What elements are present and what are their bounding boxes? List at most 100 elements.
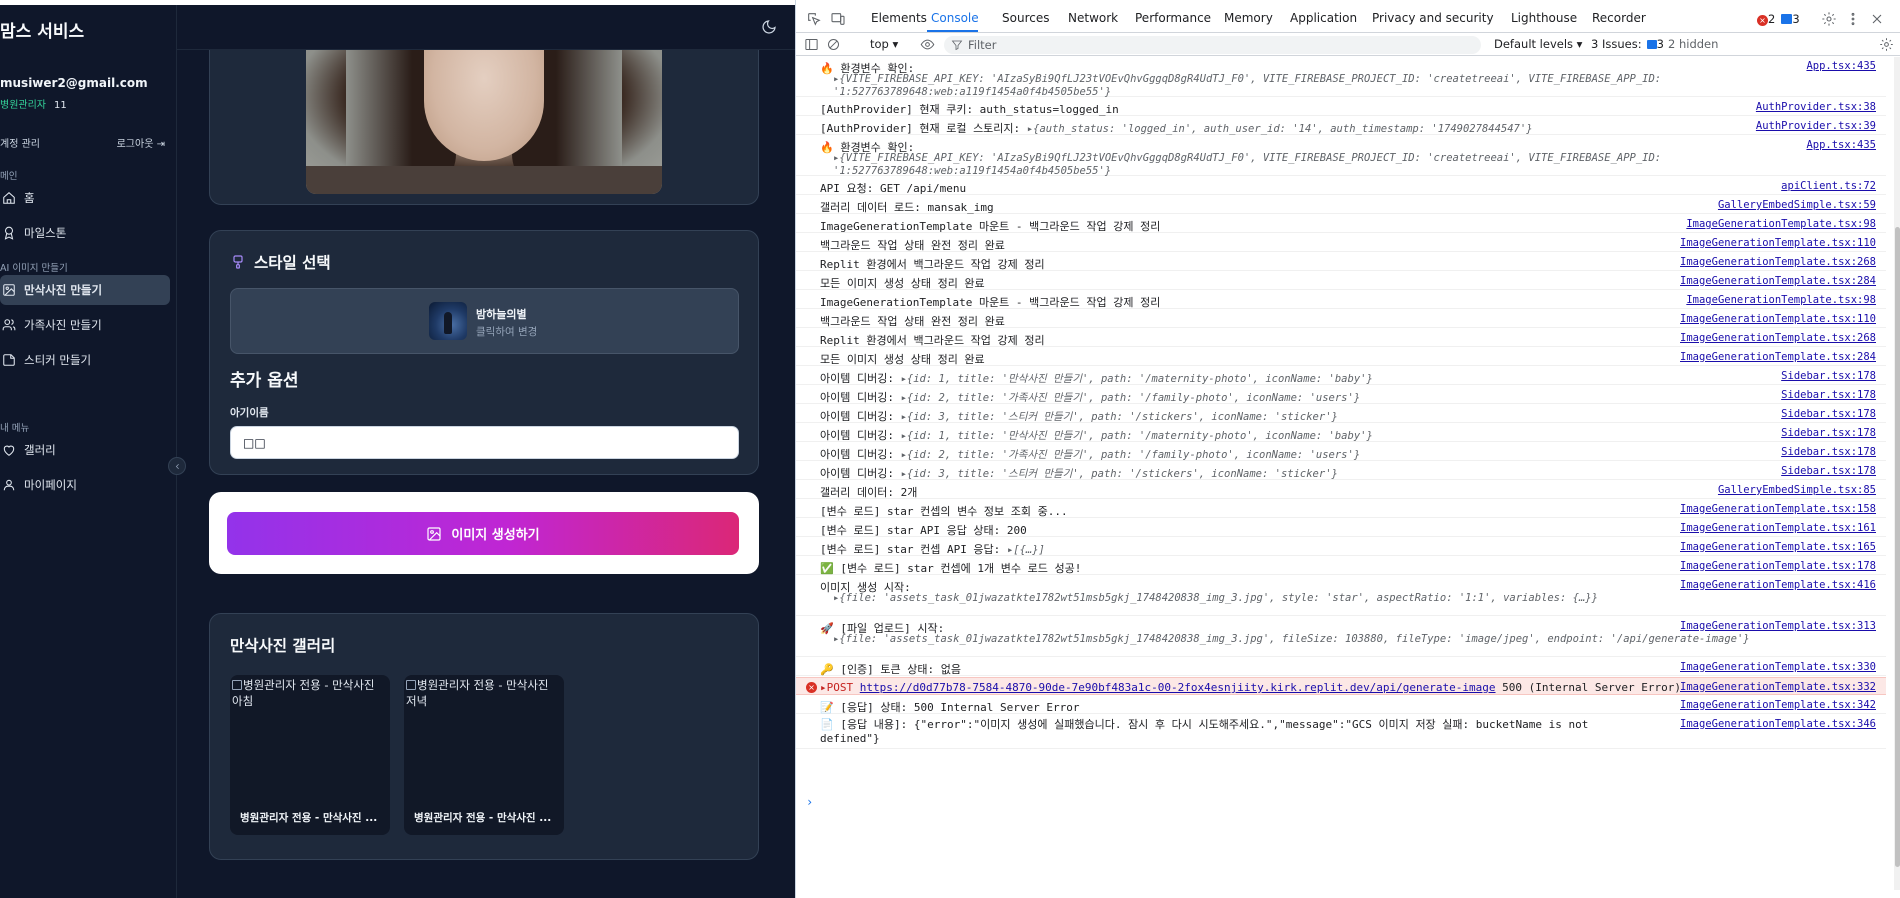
- source-link[interactable]: ImageGenerationTemplate.tsx:110: [1680, 313, 1876, 325]
- console-row[interactable]: Replit 환경에서 백그라운드 작업 강제 정리 ImageGeneratio…: [796, 329, 1886, 347]
- source-link[interactable]: ImageGenerationTemplate.tsx:284: [1680, 351, 1876, 363]
- source-link[interactable]: ImageGenerationTemplate.tsx:268: [1680, 256, 1876, 268]
- source-link[interactable]: ImageGenerationTemplate.tsx:313: [1680, 620, 1876, 632]
- console-row[interactable]: 아이템 디버깅: ▸{id: 3, title: '스티커 만들기', path…: [796, 405, 1886, 423]
- console-row[interactable]: [AuthProvider] 현재 로컬 스토리지: ▸{auth_status…: [796, 117, 1886, 135]
- generate-image-button[interactable]: 이미지 생성하기: [227, 512, 739, 555]
- eye-icon[interactable]: [920, 37, 935, 52]
- console-object[interactable]: ▸{auth_status: 'logged_in', auth_user_id…: [1027, 123, 1533, 135]
- sidebar-collapse-button[interactable]: [168, 457, 186, 475]
- gallery-item[interactable]: 병원관리자 전용 - 만삭사진 저녁 병원관리자 전용 - 만삭사진 ...: [404, 675, 564, 835]
- issues-button[interactable]: 3 Issues: 3: [1591, 37, 1664, 51]
- console-row[interactable]: 아이템 디버깅: ▸{id: 1, title: '만삭사진 만들기', pat…: [796, 367, 1886, 385]
- console-row[interactable]: 📄 [응답 내용]: {"error":"이미지 생성에 실패했습니다. 잠시 …: [796, 715, 1886, 749]
- settings-gear-icon[interactable]: [1821, 11, 1837, 27]
- sidebar-toggle-icon[interactable]: [804, 37, 819, 52]
- clear-console-icon[interactable]: [826, 37, 841, 52]
- sidebar-item-family[interactable]: 가족사진 만들기: [0, 310, 170, 340]
- source-link[interactable]: ImageGenerationTemplate.tsx:416: [1680, 579, 1876, 591]
- source-link[interactable]: ImageGenerationTemplate.tsx:161: [1680, 522, 1876, 534]
- sidebar-item-milestone[interactable]: 마일스톤: [0, 218, 170, 248]
- theme-toggle[interactable]: [761, 19, 777, 35]
- style-selector[interactable]: 밤하늘의별 클릭하여 변경: [230, 288, 739, 354]
- log-levels-select[interactable]: Default levels ▾: [1494, 37, 1582, 51]
- sidebar-item-maternity[interactable]: 만삭사진 만들기: [0, 275, 170, 305]
- console-row[interactable]: ✅ [변수 로드] star 컨셉에 1개 변수 로드 성공! ImageGene…: [796, 557, 1886, 575]
- tab-application[interactable]: Application: [1290, 11, 1357, 25]
- console-row[interactable]: Replit 환경에서 백그라운드 작업 강제 정리 ImageGeneratio…: [796, 253, 1886, 271]
- inspect-icon[interactable]: [806, 11, 822, 27]
- console-row[interactable]: 아이템 디버깅: ▸{id: 1, title: '만삭사진 만들기', pat…: [796, 424, 1886, 442]
- source-link[interactable]: AuthProvider.tsx:38: [1756, 101, 1876, 113]
- source-link[interactable]: ImageGenerationTemplate.tsx:165: [1680, 541, 1876, 553]
- source-link[interactable]: Sidebar.tsx:178: [1781, 465, 1876, 477]
- source-link[interactable]: ImageGenerationTemplate.tsx:178: [1680, 560, 1876, 572]
- console-row[interactable]: ImageGenerationTemplate 마운트 - 백그라운드 작업 강…: [796, 291, 1886, 309]
- source-link[interactable]: apiClient.ts:72: [1781, 180, 1876, 192]
- sidebar-item-mypage[interactable]: 마이페이지: [0, 470, 170, 500]
- source-link[interactable]: ImageGenerationTemplate.tsx:110: [1680, 237, 1876, 249]
- console-prompt[interactable]: ›: [806, 795, 813, 809]
- source-link[interactable]: Sidebar.tsx:178: [1781, 370, 1876, 382]
- console-object[interactable]: ▸{file: 'assets_task_01jwazatkte1782wt51…: [833, 633, 1858, 646]
- console-row[interactable]: ImageGenerationTemplate 마운트 - 백그라운드 작업 강…: [796, 215, 1886, 233]
- source-link[interactable]: GalleryEmbedSimple.tsx:59: [1718, 199, 1876, 211]
- console-counts[interactable]: × 2 3: [1757, 12, 1800, 26]
- more-vertical-icon[interactable]: [1845, 11, 1861, 27]
- console-row[interactable]: 아이템 디버깅: ▸{id: 2, title: '가족사진 만들기', pat…: [796, 386, 1886, 404]
- console-object[interactable]: ▸{VITE_FIREBASE_API_KEY: 'AIzaSyBi9QfLJ2…: [833, 73, 1858, 99]
- source-link[interactable]: Sidebar.tsx:178: [1781, 446, 1876, 458]
- console-row[interactable]: [AuthProvider] 현재 쿠키: auth_status=logged…: [796, 98, 1886, 116]
- logout-button[interactable]: 로그아웃 ⇥: [117, 135, 165, 150]
- source-link[interactable]: App.tsx:435: [1806, 60, 1876, 72]
- console-row[interactable]: API 요청: GET /api/menu apiClient.ts:72: [796, 177, 1886, 195]
- tab-network[interactable]: Network: [1068, 11, 1118, 25]
- console-row[interactable]: 아이템 디버깅: ▸{id: 3, title: '스티커 만들기', path…: [796, 462, 1886, 480]
- source-link[interactable]: ImageGenerationTemplate.tsx:98: [1686, 294, 1876, 306]
- request-url-link[interactable]: https://d0d77b78-7584-4870-90de-7e90bf48…: [860, 681, 1496, 694]
- filter-input[interactable]: Filter: [944, 36, 1481, 54]
- source-link[interactable]: AuthProvider.tsx:39: [1756, 120, 1876, 132]
- console-object[interactable]: ▸{id: 3, title: '스티커 만들기', path: '/stick…: [901, 411, 1338, 423]
- source-link[interactable]: ImageGenerationTemplate.tsx:158: [1680, 503, 1876, 515]
- console-object[interactable]: ▸[{…}]: [1007, 544, 1045, 556]
- source-link[interactable]: ImageGenerationTemplate.tsx:98: [1686, 218, 1876, 230]
- tab-recorder[interactable]: Recorder: [1592, 11, 1646, 25]
- console-row[interactable]: 🔥 환경변수 확인: ▸{VITE_FIREBASE_API_KEY: 'AIza…: [796, 57, 1886, 99]
- tab-performance[interactable]: Performance: [1135, 11, 1211, 25]
- tab-lighthouse[interactable]: Lighthouse: [1511, 11, 1577, 25]
- close-icon[interactable]: [1869, 11, 1885, 27]
- console-row[interactable]: 백그라운드 작업 상태 완전 정리 완료 ImageGenerationTempl…: [796, 310, 1886, 328]
- account-manage-link[interactable]: 계정 관리: [0, 139, 40, 150]
- source-link[interactable]: GalleryEmbedSimple.tsx:85: [1718, 484, 1876, 496]
- source-link[interactable]: App.tsx:435: [1806, 139, 1876, 151]
- console-row[interactable]: [변수 로드] star 컨셉의 변수 정보 조회 중... ImageGener…: [796, 500, 1886, 518]
- console-object[interactable]: ▸{id: 2, title: '가족사진 만들기', path: '/fami…: [901, 392, 1361, 404]
- device-toolbar-icon[interactable]: [830, 11, 846, 27]
- tab-sources[interactable]: Sources: [1002, 11, 1049, 25]
- source-link[interactable]: ImageGenerationTemplate.tsx:346: [1680, 718, 1876, 730]
- source-link[interactable]: ImageGenerationTemplate.tsx:342: [1680, 699, 1876, 711]
- tab-console[interactable]: Console: [931, 11, 979, 25]
- console-row[interactable]: 이미지 생성 시작: ▸{file: 'assets_task_01jwazatk…: [796, 576, 1886, 616]
- sidebar-item-home[interactable]: 홈: [0, 183, 170, 213]
- console-row[interactable]: 📝 [응답] 상태: 500 Internal Server Error Imag…: [796, 696, 1886, 714]
- console-error-row[interactable]: × ▸POST https://d0d77b78-7584-4870-90de-7…: [796, 677, 1886, 695]
- source-link[interactable]: ImageGenerationTemplate.tsx:284: [1680, 275, 1876, 287]
- source-link[interactable]: ImageGenerationTemplate.tsx:332: [1680, 681, 1876, 693]
- console-row[interactable]: [변수 로드] star API 응답 상태: 200 ImageGenerati…: [796, 519, 1886, 537]
- tab-privacy[interactable]: Privacy and security: [1372, 11, 1494, 25]
- source-link[interactable]: Sidebar.tsx:178: [1781, 389, 1876, 401]
- scroll-thumb[interactable]: [1895, 227, 1900, 867]
- console-object[interactable]: ▸{id: 2, title: '가족사진 만들기', path: '/fami…: [901, 449, 1361, 461]
- console-row[interactable]: 모든 이미지 생성 상태 정리 완료 ImageGenerationTemplat…: [796, 348, 1886, 366]
- console-row[interactable]: 모든 이미지 생성 상태 정리 완료 ImageGenerationTemplat…: [796, 272, 1886, 290]
- console-row[interactable]: 🔥 환경변수 확인: ▸{VITE_FIREBASE_API_KEY: 'AIza…: [796, 136, 1886, 177]
- tab-elements[interactable]: Elements: [871, 11, 927, 25]
- source-link[interactable]: ImageGenerationTemplate.tsx:330: [1680, 661, 1876, 673]
- console-settings-icon[interactable]: [1879, 37, 1894, 52]
- console-row[interactable]: 갤러리 데이터: 2개 GalleryEmbedSimple.tsx:85: [796, 481, 1886, 499]
- console-scrollbar[interactable]: [1894, 57, 1900, 890]
- console-object[interactable]: ▸{id: 1, title: '만삭사진 만들기', path: '/mate…: [901, 430, 1373, 442]
- console-row[interactable]: 아이템 디버깅: ▸{id: 2, title: '가족사진 만들기', pat…: [796, 443, 1886, 461]
